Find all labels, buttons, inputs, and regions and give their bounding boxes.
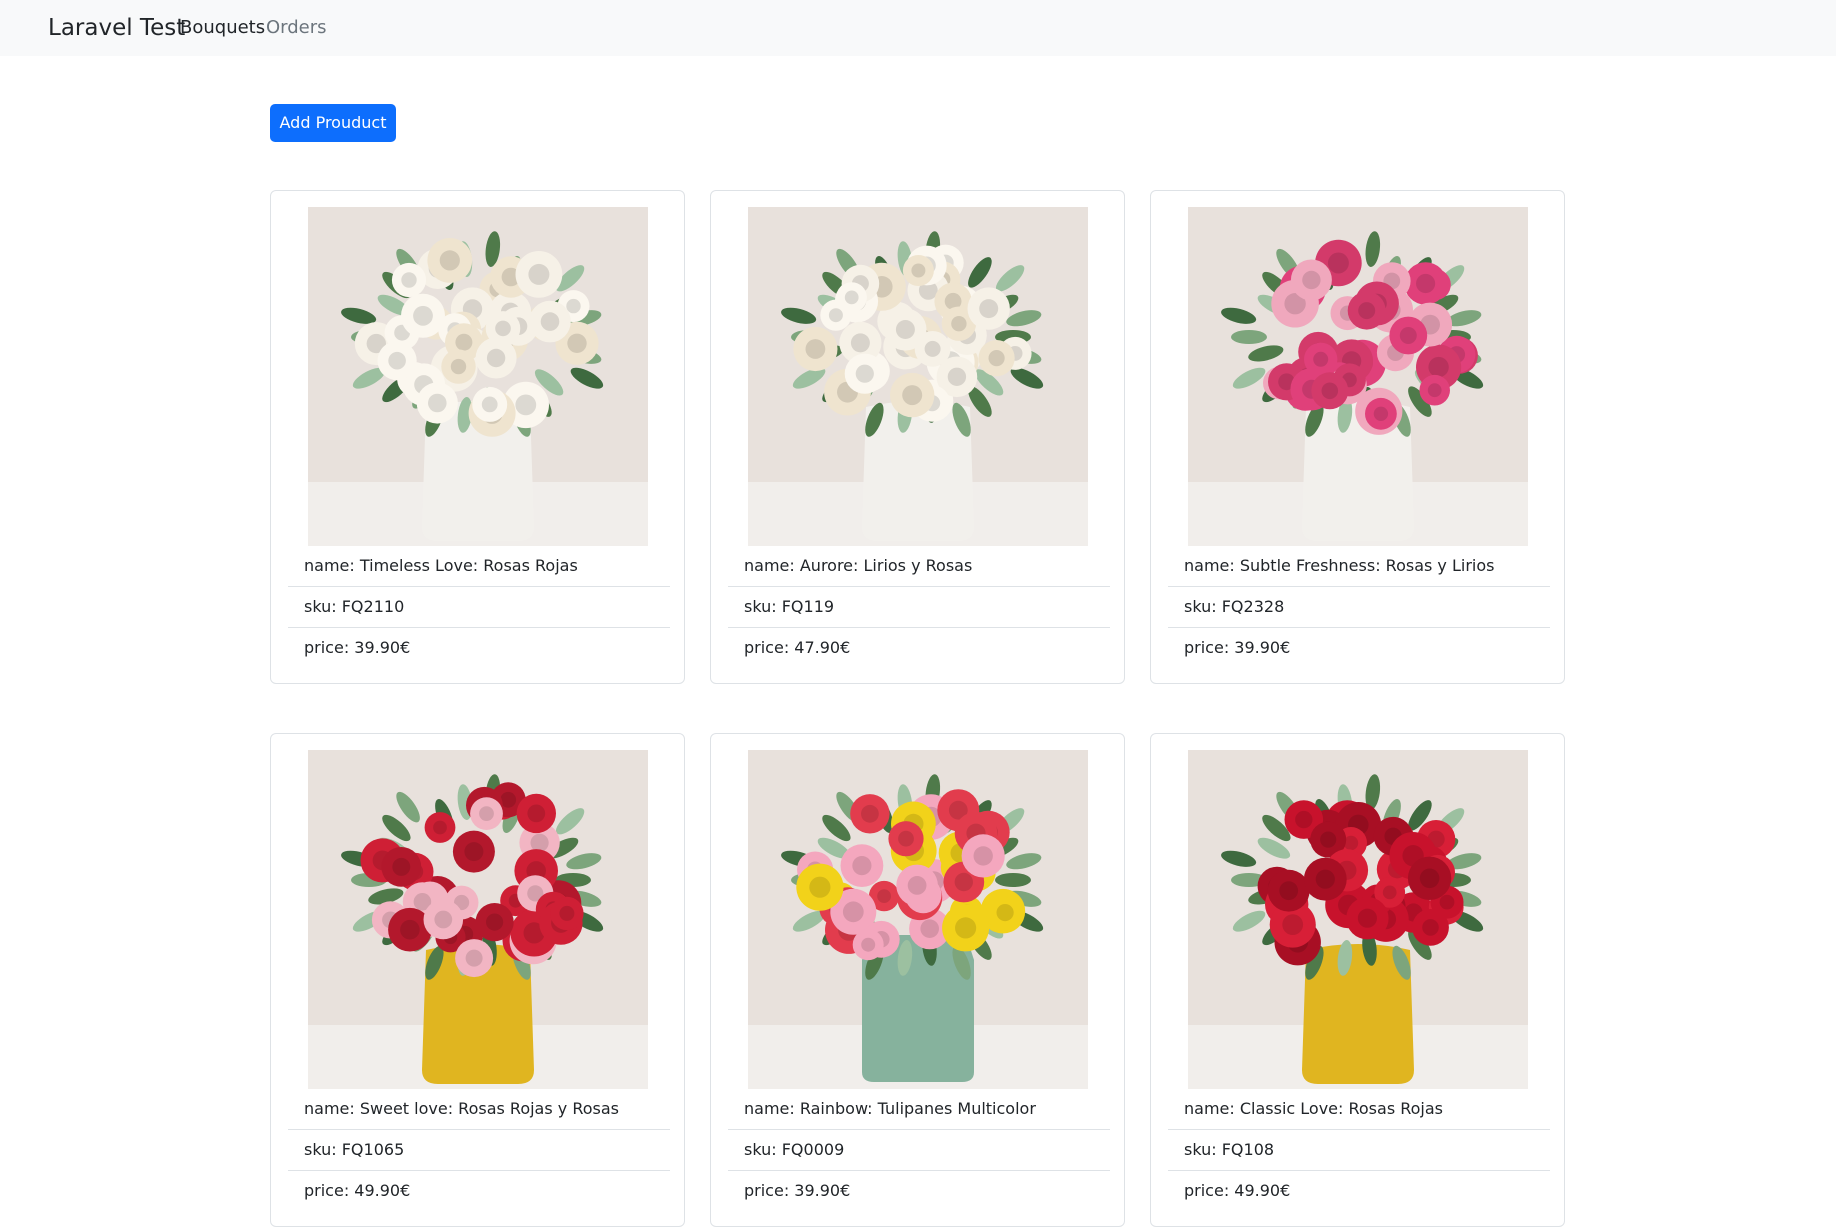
product-sku: sku: FQ0009: [728, 1130, 1110, 1171]
bouquet-illustration: [308, 207, 648, 546]
product-sku: sku: FQ2110: [288, 587, 670, 628]
nav-link-bouquets[interactable]: Bouquets: [180, 0, 265, 56]
product-price: price: 47.90€: [744, 638, 851, 657]
product-price: price: 39.90€: [744, 1181, 851, 1200]
product-price: price: 39.90€: [1184, 638, 1291, 657]
product-image: [308, 750, 648, 1089]
product-card: name: Subtle Freshness: Rosas y Lirios s…: [1150, 190, 1565, 684]
nav-link-orders[interactable]: Orders: [266, 0, 327, 56]
product-card: name: Sweet love: Rosas Rojas y Rosas sk…: [270, 733, 685, 1227]
product-details: name: Sweet love: Rosas Rojas y Rosas sk…: [288, 1089, 670, 1211]
bouquet-illustration: [748, 207, 1088, 546]
product-sku: sku: FQ2328: [1168, 587, 1550, 628]
product-sku: sku: FQ119: [728, 587, 1110, 628]
product-sku: sku: FQ108: [1168, 1130, 1550, 1171]
bouquet-illustration: [1188, 207, 1528, 546]
product-card: name: Timeless Love: Rosas Rojas sku: FQ…: [270, 190, 685, 684]
product-details: name: Rainbow: Tulipanes Multicolor sku:…: [728, 1089, 1110, 1211]
product-card: name: Classic Love: Rosas Rojas sku: FQ1…: [1150, 733, 1565, 1227]
product-name: name: Classic Love: Rosas Rojas: [1168, 1089, 1550, 1130]
add-product-button[interactable]: Add Prouduct: [270, 104, 396, 142]
product-name: name: Subtle Freshness: Rosas y Lirios: [1168, 546, 1550, 587]
product-details: name: Timeless Love: Rosas Rojas sku: FQ…: [288, 546, 670, 668]
product-price: price: 39.90€: [304, 638, 411, 657]
product-image: [748, 750, 1088, 1089]
product-name: name: Sweet love: Rosas Rojas y Rosas: [288, 1089, 670, 1130]
brand-link[interactable]: Laravel Test: [48, 0, 185, 56]
bouquet-illustration: [748, 750, 1088, 1089]
product-name: name: Timeless Love: Rosas Rojas: [288, 546, 670, 587]
product-card: name: Rainbow: Tulipanes Multicolor sku:…: [710, 733, 1125, 1227]
bouquet-illustration: [1188, 750, 1528, 1089]
product-price: price: 49.90€: [304, 1181, 411, 1200]
product-image: [1188, 750, 1528, 1089]
product-card: name: Aurore: Lirios y Rosas sku: FQ119 …: [710, 190, 1125, 684]
product-details: name: Aurore: Lirios y Rosas sku: FQ119 …: [728, 546, 1110, 668]
product-name: name: Rainbow: Tulipanes Multicolor: [728, 1089, 1110, 1130]
product-sku: sku: FQ1065: [288, 1130, 670, 1171]
product-name: name: Aurore: Lirios y Rosas: [728, 546, 1110, 587]
product-details: name: Subtle Freshness: Rosas y Lirios s…: [1168, 546, 1550, 668]
product-details: name: Classic Love: Rosas Rojas sku: FQ1…: [1168, 1089, 1550, 1211]
bouquet-illustration: [308, 750, 648, 1089]
top-navbar: Laravel Test Bouquets Orders: [0, 0, 1836, 56]
product-image: [1188, 207, 1528, 546]
product-image: [748, 207, 1088, 546]
product-price: price: 49.90€: [1184, 1181, 1291, 1200]
product-image: [308, 207, 648, 546]
